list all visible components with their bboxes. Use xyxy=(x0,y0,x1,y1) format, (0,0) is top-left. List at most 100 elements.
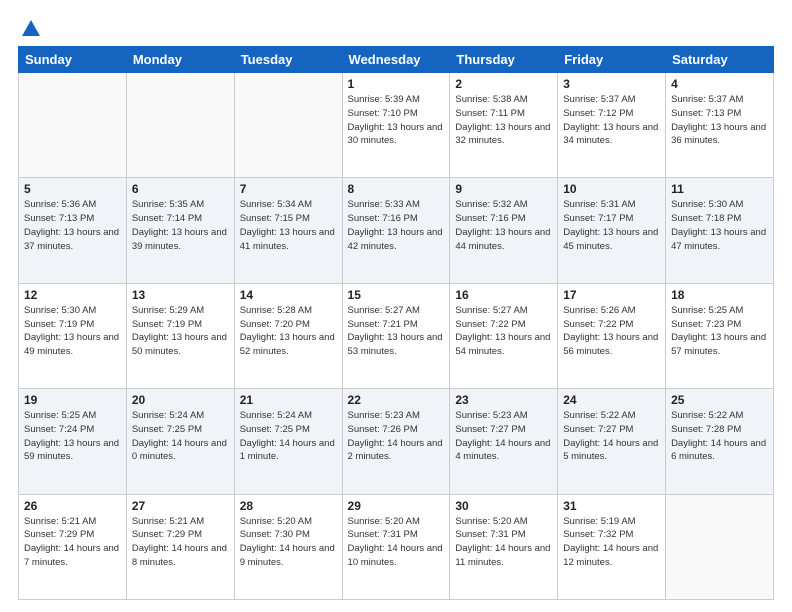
calendar-cell: 7 Sunrise: 5:34 AM Sunset: 7:15 PM Daylig… xyxy=(234,178,342,283)
day-info: Sunrise: 5:22 AM Sunset: 7:28 PM Dayligh… xyxy=(671,409,768,464)
day-number: 15 xyxy=(348,288,445,302)
header xyxy=(18,18,774,38)
calendar-cell: 28 Sunrise: 5:20 AM Sunset: 7:30 PM Dayli… xyxy=(234,494,342,599)
day-number: 28 xyxy=(240,499,337,513)
calendar-cell: 29 Sunrise: 5:20 AM Sunset: 7:31 PM Dayli… xyxy=(342,494,450,599)
calendar-header-friday: Friday xyxy=(558,47,666,73)
day-info: Sunrise: 5:25 AM Sunset: 7:23 PM Dayligh… xyxy=(671,304,768,359)
day-number: 18 xyxy=(671,288,768,302)
calendar-header-saturday: Saturday xyxy=(666,47,774,73)
calendar-cell: 15 Sunrise: 5:27 AM Sunset: 7:21 PM Dayli… xyxy=(342,283,450,388)
calendar-cell: 4Sunrise: 5:37 AM Sunset: 7:13 PM Daylig… xyxy=(666,73,774,178)
logo xyxy=(18,18,42,38)
calendar-cell: 23 Sunrise: 5:23 AM Sunset: 7:27 PM Dayli… xyxy=(450,389,558,494)
calendar-cell: 25 Sunrise: 5:22 AM Sunset: 7:28 PM Dayli… xyxy=(666,389,774,494)
day-number: 3 xyxy=(563,77,660,91)
calendar-cell xyxy=(19,73,127,178)
day-number: 25 xyxy=(671,393,768,407)
calendar-cell: 30 Sunrise: 5:20 AM Sunset: 7:31 PM Dayli… xyxy=(450,494,558,599)
day-number: 13 xyxy=(132,288,229,302)
page: SundayMondayTuesdayWednesdayThursdayFrid… xyxy=(0,0,792,612)
day-info: Sunrise: 5:36 AM Sunset: 7:13 PM Dayligh… xyxy=(24,198,121,253)
calendar-cell: 26 Sunrise: 5:21 AM Sunset: 7:29 PM Dayli… xyxy=(19,494,127,599)
day-info: Sunrise: 5:28 AM Sunset: 7:20 PM Dayligh… xyxy=(240,304,337,359)
calendar-cell: 31Sunrise: 5:19 AM Sunset: 7:32 PM Dayli… xyxy=(558,494,666,599)
day-info: Sunrise: 5:38 AM Sunset: 7:11 PM Dayligh… xyxy=(455,93,552,148)
calendar-cell xyxy=(126,73,234,178)
day-number: 2 xyxy=(455,77,552,91)
calendar-header-monday: Monday xyxy=(126,47,234,73)
day-info: Sunrise: 5:32 AM Sunset: 7:16 PM Dayligh… xyxy=(455,198,552,253)
day-number: 31 xyxy=(563,499,660,513)
calendar-cell: 3 Sunrise: 5:37 AM Sunset: 7:12 PM Daylig… xyxy=(558,73,666,178)
day-info: Sunrise: 5:21 AM Sunset: 7:29 PM Dayligh… xyxy=(132,515,229,570)
day-info: Sunrise: 5:20 AM Sunset: 7:31 PM Dayligh… xyxy=(348,515,445,570)
calendar-week-5: 26 Sunrise: 5:21 AM Sunset: 7:29 PM Dayli… xyxy=(19,494,774,599)
calendar-cell: 21 Sunrise: 5:24 AM Sunset: 7:25 PM Dayli… xyxy=(234,389,342,494)
calendar-cell: 14 Sunrise: 5:28 AM Sunset: 7:20 PM Dayli… xyxy=(234,283,342,388)
day-info: Sunrise: 5:23 AM Sunset: 7:27 PM Dayligh… xyxy=(455,409,552,464)
day-number: 9 xyxy=(455,182,552,196)
calendar-cell: 5 Sunrise: 5:36 AM Sunset: 7:13 PM Daylig… xyxy=(19,178,127,283)
calendar-header-row: SundayMondayTuesdayWednesdayThursdayFrid… xyxy=(19,47,774,73)
day-number: 17 xyxy=(563,288,660,302)
day-number: 20 xyxy=(132,393,229,407)
day-info: Sunrise: 5:24 AM Sunset: 7:25 PM Dayligh… xyxy=(240,409,337,464)
day-info: Sunrise: 5:37 AM Sunset: 7:13 PM Dayligh… xyxy=(671,93,768,148)
calendar-cell: 20 Sunrise: 5:24 AM Sunset: 7:25 PM Dayli… xyxy=(126,389,234,494)
day-number: 12 xyxy=(24,288,121,302)
day-info: Sunrise: 5:24 AM Sunset: 7:25 PM Dayligh… xyxy=(132,409,229,464)
day-number: 30 xyxy=(455,499,552,513)
calendar-cell: 2 Sunrise: 5:38 AM Sunset: 7:11 PM Daylig… xyxy=(450,73,558,178)
day-number: 26 xyxy=(24,499,121,513)
day-info: Sunrise: 5:20 AM Sunset: 7:31 PM Dayligh… xyxy=(455,515,552,570)
calendar-week-4: 19 Sunrise: 5:25 AM Sunset: 7:24 PM Dayli… xyxy=(19,389,774,494)
logo-icon xyxy=(20,18,42,40)
day-number: 11 xyxy=(671,182,768,196)
day-number: 8 xyxy=(348,182,445,196)
calendar-cell: 6Sunrise: 5:35 AM Sunset: 7:14 PM Daylig… xyxy=(126,178,234,283)
calendar-cell: 17 Sunrise: 5:26 AM Sunset: 7:22 PM Dayli… xyxy=(558,283,666,388)
day-number: 5 xyxy=(24,182,121,196)
day-number: 10 xyxy=(563,182,660,196)
day-info: Sunrise: 5:22 AM Sunset: 7:27 PM Dayligh… xyxy=(563,409,660,464)
day-number: 19 xyxy=(24,393,121,407)
calendar-cell: 9 Sunrise: 5:32 AM Sunset: 7:16 PM Daylig… xyxy=(450,178,558,283)
calendar-table: SundayMondayTuesdayWednesdayThursdayFrid… xyxy=(18,46,774,600)
calendar-cell: 8 Sunrise: 5:33 AM Sunset: 7:16 PM Daylig… xyxy=(342,178,450,283)
day-info: Sunrise: 5:37 AM Sunset: 7:12 PM Dayligh… xyxy=(563,93,660,148)
calendar-cell: 22Sunrise: 5:23 AM Sunset: 7:26 PM Dayli… xyxy=(342,389,450,494)
day-info: Sunrise: 5:27 AM Sunset: 7:22 PM Dayligh… xyxy=(455,304,552,359)
day-info: Sunrise: 5:21 AM Sunset: 7:29 PM Dayligh… xyxy=(24,515,121,570)
day-info: Sunrise: 5:25 AM Sunset: 7:24 PM Dayligh… xyxy=(24,409,121,464)
day-number: 6 xyxy=(132,182,229,196)
day-info: Sunrise: 5:29 AM Sunset: 7:19 PM Dayligh… xyxy=(132,304,229,359)
day-info: Sunrise: 5:31 AM Sunset: 7:17 PM Dayligh… xyxy=(563,198,660,253)
day-number: 21 xyxy=(240,393,337,407)
calendar-cell: 1 Sunrise: 5:39 AM Sunset: 7:10 PM Daylig… xyxy=(342,73,450,178)
day-info: Sunrise: 5:39 AM Sunset: 7:10 PM Dayligh… xyxy=(348,93,445,148)
day-number: 23 xyxy=(455,393,552,407)
calendar-cell: 12 Sunrise: 5:30 AM Sunset: 7:19 PM Dayli… xyxy=(19,283,127,388)
day-number: 24 xyxy=(563,393,660,407)
day-info: Sunrise: 5:26 AM Sunset: 7:22 PM Dayligh… xyxy=(563,304,660,359)
day-number: 14 xyxy=(240,288,337,302)
day-number: 1 xyxy=(348,77,445,91)
day-info: Sunrise: 5:20 AM Sunset: 7:30 PM Dayligh… xyxy=(240,515,337,570)
calendar-cell: 10 Sunrise: 5:31 AM Sunset: 7:17 PM Dayli… xyxy=(558,178,666,283)
day-info: Sunrise: 5:27 AM Sunset: 7:21 PM Dayligh… xyxy=(348,304,445,359)
calendar-cell: 16 Sunrise: 5:27 AM Sunset: 7:22 PM Dayli… xyxy=(450,283,558,388)
calendar-cell: 13 Sunrise: 5:29 AM Sunset: 7:19 PM Dayli… xyxy=(126,283,234,388)
calendar-cell xyxy=(666,494,774,599)
day-number: 29 xyxy=(348,499,445,513)
day-info: Sunrise: 5:34 AM Sunset: 7:15 PM Dayligh… xyxy=(240,198,337,253)
calendar-header-tuesday: Tuesday xyxy=(234,47,342,73)
day-info: Sunrise: 5:30 AM Sunset: 7:19 PM Dayligh… xyxy=(24,304,121,359)
day-number: 27 xyxy=(132,499,229,513)
calendar-cell: 24 Sunrise: 5:22 AM Sunset: 7:27 PM Dayli… xyxy=(558,389,666,494)
calendar-cell xyxy=(234,73,342,178)
day-info: Sunrise: 5:33 AM Sunset: 7:16 PM Dayligh… xyxy=(348,198,445,253)
day-info: Sunrise: 5:30 AM Sunset: 7:18 PM Dayligh… xyxy=(671,198,768,253)
day-number: 7 xyxy=(240,182,337,196)
day-number: 16 xyxy=(455,288,552,302)
